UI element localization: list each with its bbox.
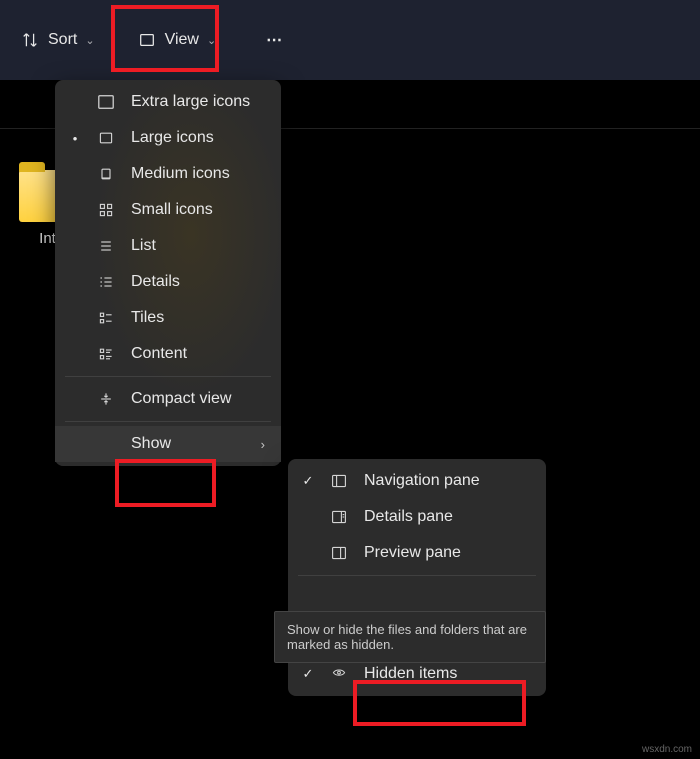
- pane-preview-icon: [328, 545, 350, 561]
- menu-item-small-icons[interactable]: Small icons: [55, 192, 281, 228]
- details-icon: [95, 274, 117, 290]
- menu-item-content[interactable]: Content: [55, 336, 281, 372]
- ellipsis-icon: ⋯: [266, 30, 284, 50]
- separator: [65, 376, 271, 377]
- view-menu: Extra large icons • Large icons Medium i…: [55, 80, 281, 466]
- menu-item-label: Medium icons: [131, 165, 230, 183]
- rect-m-icon: [95, 166, 117, 182]
- watermark: wsxdn.com: [642, 744, 692, 755]
- menu-item-tiles[interactable]: Tiles: [55, 300, 281, 336]
- separator: [65, 421, 271, 422]
- menu-item-label: Hidden items: [364, 665, 457, 683]
- tiles-icon: [95, 310, 117, 326]
- menu-item-label: Extra large icons: [131, 93, 250, 111]
- check-icon: ✓: [302, 666, 314, 682]
- sort-button[interactable]: Sort ⌄: [6, 22, 109, 58]
- check-slot: •: [69, 131, 81, 146]
- content-icon: [95, 346, 117, 362]
- menu-item-details-pane[interactable]: Details pane: [288, 499, 546, 535]
- menu-item-label: Details: [131, 273, 180, 291]
- menu-item-label: Large icons: [131, 129, 214, 147]
- rect-xl-icon: [95, 93, 117, 111]
- chevron-down-icon: ⌄: [85, 34, 94, 47]
- view-icon: [137, 30, 157, 50]
- menu-item-preview-pane[interactable]: Preview pane: [288, 535, 546, 571]
- menu-item-obscured[interactable]: [288, 580, 546, 600]
- menu-item-label: Content: [131, 345, 187, 363]
- tooltip-text: Show or hide the files and folders that …: [287, 622, 527, 652]
- list-icon: [95, 238, 117, 254]
- menu-item-large-icons[interactable]: • Large icons: [55, 120, 281, 156]
- menu-item-label: Small icons: [131, 201, 213, 219]
- compact-icon: [95, 391, 117, 407]
- chevron-right-icon: ›: [261, 437, 265, 452]
- menu-item-label: Tiles: [131, 309, 164, 327]
- menu-item-compact-view[interactable]: Compact view: [55, 381, 281, 417]
- menu-item-medium-icons[interactable]: Medium icons: [55, 156, 281, 192]
- view-button[interactable]: View ⌄: [123, 22, 231, 58]
- check-icon: ✓: [302, 473, 314, 489]
- toolbar: Sort ⌄ View ⌄ ⋯: [0, 0, 700, 80]
- grid-s-icon: [95, 202, 117, 218]
- menu-item-label: Compact view: [131, 390, 231, 408]
- view-label: View: [165, 31, 199, 49]
- menu-item-label: Details pane: [364, 508, 453, 526]
- separator: [298, 575, 536, 576]
- sort-icon: [20, 30, 40, 50]
- pane-nav-icon: [328, 473, 350, 489]
- menu-item-show[interactable]: Show ›: [55, 426, 281, 462]
- rect-l-icon: [95, 130, 117, 146]
- menu-item-extra-large-icons[interactable]: Extra large icons: [55, 84, 281, 120]
- sort-label: Sort: [48, 31, 77, 49]
- menu-item-details[interactable]: Details: [55, 264, 281, 300]
- menu-item-list[interactable]: List: [55, 228, 281, 264]
- tooltip: Show or hide the files and folders that …: [274, 611, 546, 663]
- menu-item-label: Show: [131, 435, 171, 453]
- more-button[interactable]: ⋯: [256, 22, 294, 58]
- menu-item-label: Preview pane: [364, 544, 461, 562]
- menu-item-label: List: [131, 237, 156, 255]
- pane-details-icon: [328, 509, 350, 525]
- menu-item-label: Navigation pane: [364, 472, 480, 490]
- eye-icon: [328, 667, 350, 681]
- menu-item-navigation-pane[interactable]: ✓ Navigation pane: [288, 463, 546, 499]
- chevron-down-icon: ⌄: [207, 34, 216, 47]
